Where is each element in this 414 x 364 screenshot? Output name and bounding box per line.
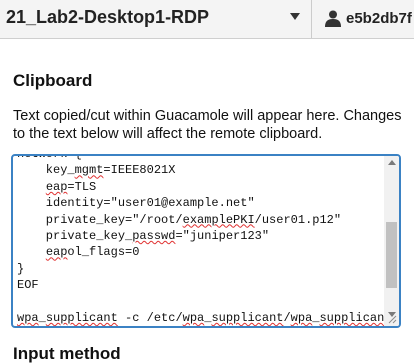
clipboard-scrollbar[interactable] (384, 156, 399, 326)
input-method-title: Input method (13, 344, 121, 363)
scroll-up-icon[interactable] (388, 160, 396, 165)
user-menu[interactable]: e5b2db7f (312, 0, 414, 38)
username: e5b2db7f (346, 10, 412, 27)
user-icon (325, 10, 341, 27)
clipboard-textarea[interactable]: network={ key_mgmt=IEEE8021X eap=TLS ide… (11, 154, 401, 328)
clipboard-title: Clipboard (13, 71, 93, 90)
chevron-down-icon[interactable] (290, 13, 300, 20)
scroll-thumb[interactable] (386, 222, 397, 288)
connection-header: 21_Lab2-Desktop1-RDP e5b2db7f (0, 0, 414, 39)
clipboard-content[interactable]: network={ key_mgmt=IEEE8021X eap=TLS ide… (17, 156, 399, 326)
clipboard-description: Text copied/cut within Guacamole will ap… (13, 108, 402, 142)
resize-grip-icon[interactable] (388, 315, 397, 324)
connection-name[interactable]: 21_Lab2-Desktop1-RDP (6, 7, 209, 28)
